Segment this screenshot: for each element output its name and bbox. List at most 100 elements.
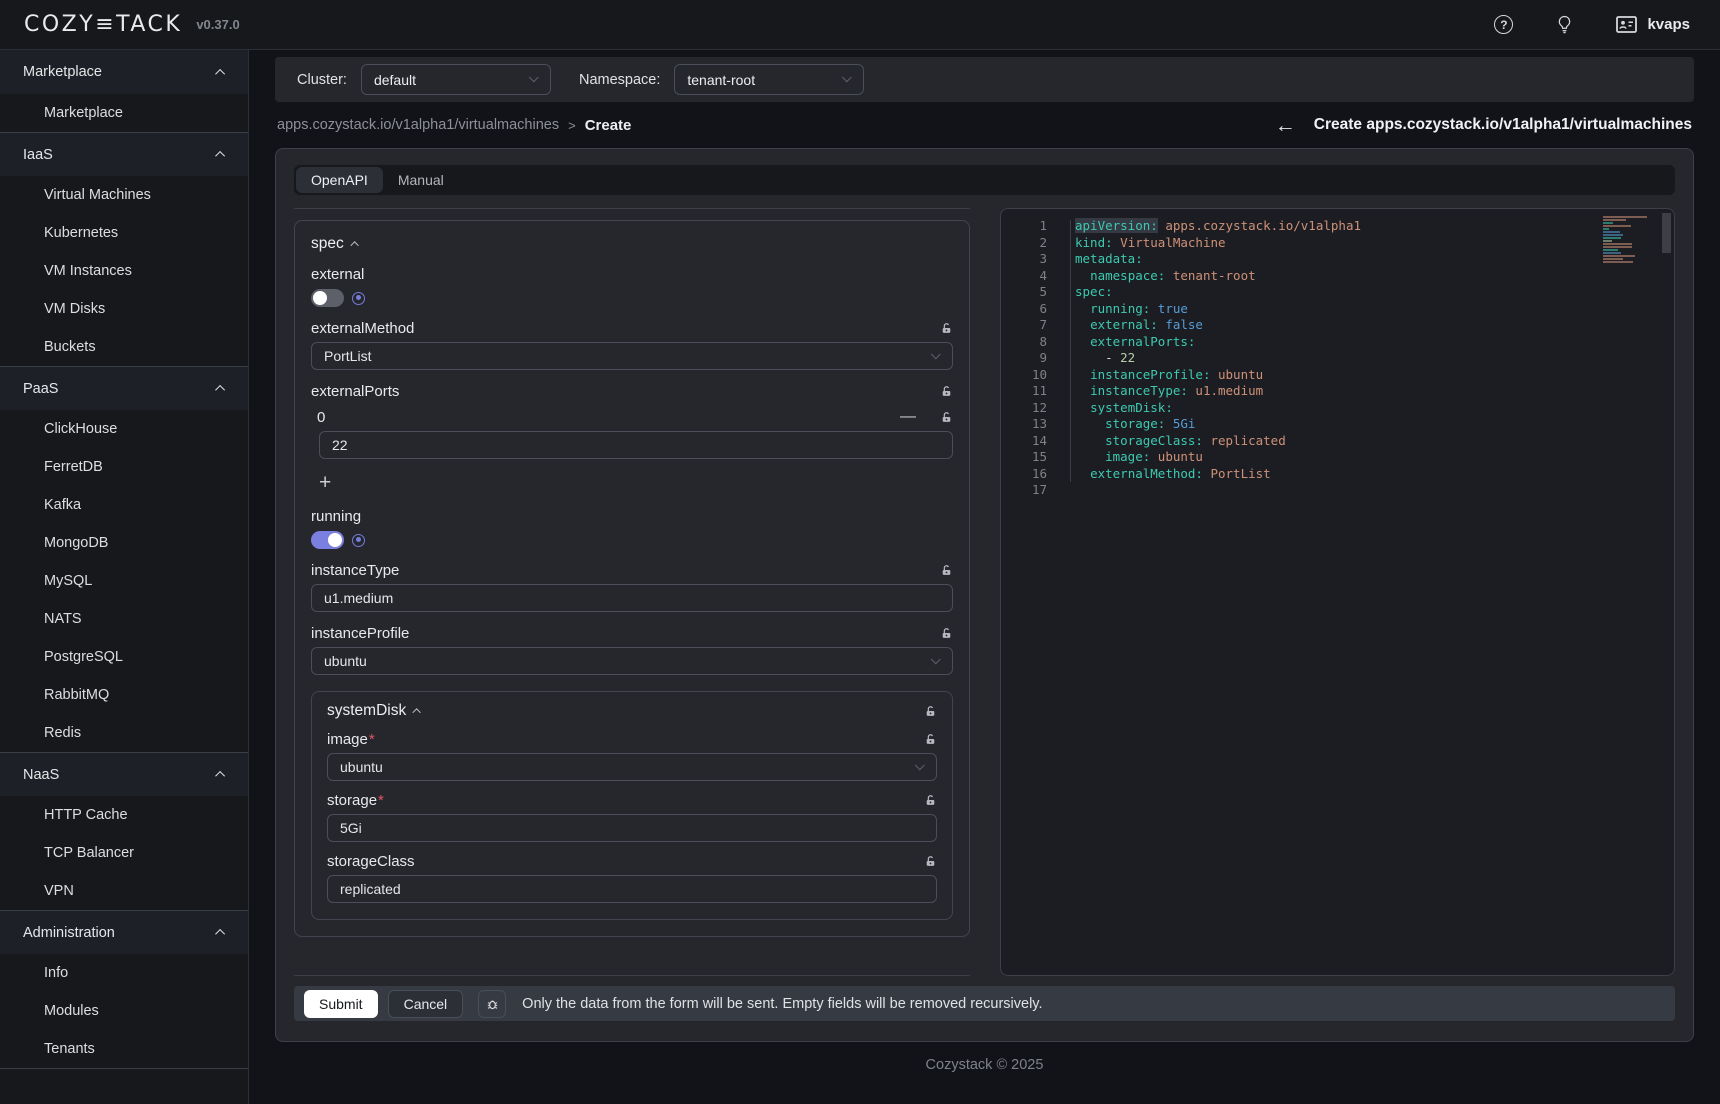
running-toggle[interactable] [311,531,344,549]
theme-toggle-button[interactable] [1557,15,1572,34]
sidebar-item-vm-disks[interactable]: VM Disks [0,290,248,328]
sidebar-item-modules[interactable]: Modules [0,992,248,1030]
list-item-header: 0— [311,408,953,426]
yaml-editor[interactable]: 1apiVersion: apps.cozystack.io/v1alpha12… [1000,208,1675,976]
sidebar-item-clickhouse[interactable]: ClickHouse [0,410,248,448]
sidebar-item-http-cache[interactable]: HTTP Cache [0,796,248,834]
field-label-row: external [311,266,953,283]
tab-manual[interactable]: Manual [383,167,459,193]
sidebar-section-iaas[interactable]: IaaS [0,132,248,176]
minimap-line [1603,243,1632,245]
field-value: ubuntu [324,653,367,669]
reset-field-icon[interactable] [352,534,365,547]
lock-icon[interactable] [924,855,937,868]
sidebar-item-ferretdb[interactable]: FerretDB [0,448,248,486]
externalPorts-item-input[interactable]: 22 [319,431,953,459]
code-text: - 22 [1047,350,1135,367]
cluster-select[interactable]: default [361,64,551,95]
sidebar-item-info[interactable]: Info [0,954,248,992]
lock-icon[interactable] [940,564,953,577]
spec-section: spec externalexternalMethodPortListexter… [294,220,970,937]
systemdisk-header-row: systemDisk [327,702,937,720]
sidebar-item-tcp-balancer[interactable]: TCP Balancer [0,834,248,872]
sidebar-section-marketplace[interactable]: Marketplace [0,50,248,94]
help-button[interactable]: ? [1494,15,1513,34]
debug-button[interactable] [478,990,506,1018]
user-menu[interactable]: kvaps [1616,16,1690,33]
namespace-select[interactable]: tenant-root [674,64,864,95]
minimap-line [1603,258,1623,260]
sidebar-section-label: IaaS [23,147,53,163]
lock-icon[interactable] [940,627,953,640]
sidebar-item-postgresql[interactable]: PostgreSQL [0,638,248,676]
minimap-line [1603,255,1635,257]
main-content: Cluster: default Namespace: tenant-root … [249,50,1720,1104]
code-text: image: ubuntu [1047,449,1203,466]
sidebar-section-administration[interactable]: Administration [0,910,248,954]
field-label-row: storageClass [327,853,937,870]
sidebar-item-mongodb[interactable]: MongoDB [0,524,248,562]
systemdisk-section-header[interactable]: systemDisk [327,702,421,720]
code-line: 16 externalMethod: PortList [1001,466,1674,483]
externalMethod-select[interactable]: PortList [311,342,953,370]
breadcrumb-path[interactable]: apps.cozystack.io/v1alpha1/virtualmachin… [277,117,559,133]
code-text: systemDisk: [1047,400,1173,417]
spec-section-header[interactable]: spec [311,235,953,253]
editor-scrollbar[interactable] [1662,213,1671,253]
instanceProfile-select[interactable]: ubuntu [311,647,953,675]
code-text: running: true [1047,301,1188,318]
lock-icon[interactable] [924,733,937,746]
code-line: 4 namespace: tenant-root [1001,268,1674,285]
editor-minimap [1603,216,1657,264]
field-label-storage: storage* [327,792,384,809]
sidebar-item-vm-instances[interactable]: VM Instances [0,252,248,290]
sidebar-section-paas[interactable]: PaaS [0,366,248,410]
sidebar-section-naas[interactable]: NaaS [0,752,248,796]
external-toggle[interactable] [311,289,344,307]
sidebar-item-vpn[interactable]: VPN [0,872,248,910]
code-text: apiVersion: apps.cozystack.io/v1alpha1 [1047,218,1361,235]
storage-input[interactable]: 5Gi [327,814,937,842]
cluster-select-value: default [374,72,416,88]
sidebar-item-marketplace[interactable]: Marketplace [0,94,248,132]
field-label-storageclass: storageClass [327,853,415,870]
storageClass-input[interactable]: replicated [327,875,937,903]
sidebar-item-kubernetes[interactable]: Kubernetes [0,214,248,252]
image-select[interactable]: ubuntu [327,753,937,781]
line-number: 3 [1001,251,1047,268]
code-line: 5spec: [1001,284,1674,301]
lock-icon[interactable] [940,385,953,398]
sidebar-item-tenants[interactable]: Tenants [0,1030,248,1068]
remove-item-button[interactable]: — [900,409,916,425]
sidebar-item-buckets[interactable]: Buckets [0,328,248,366]
code-line: 7 external: false [1001,317,1674,334]
submit-button[interactable]: Submit [304,990,378,1018]
breadcrumb-current: Create [585,117,632,134]
topbar: COZY≡TACK v0.37.0 ? kvaps [0,0,1720,50]
cancel-button[interactable]: Cancel [388,990,464,1018]
code-line: 1apiVersion: apps.cozystack.io/v1alpha1 [1001,218,1674,235]
sidebar-item-mysql[interactable]: MySQL [0,562,248,600]
sidebar-item-nats[interactable]: NATS [0,600,248,638]
context-bar: Cluster: default Namespace: tenant-root [275,57,1694,102]
back-arrow-icon[interactable]: ← [1275,115,1296,136]
sidebar-item-redis[interactable]: Redis [0,714,248,752]
code-text: external: false [1047,317,1203,334]
lock-icon[interactable] [940,411,953,424]
id-card-icon [1616,16,1637,33]
systemdisk-section: systemDiskimage*ubuntustorage*5Gistorage… [311,691,953,920]
instanceType-input[interactable]: u1.medium [311,584,953,612]
add-item-button[interactable]: + [319,471,339,495]
lock-icon[interactable] [940,322,953,335]
code-text: storageClass: replicated [1047,433,1286,450]
minimap-line [1603,234,1623,236]
sidebar-item-rabbitmq[interactable]: RabbitMQ [0,676,248,714]
reset-field-icon[interactable] [352,292,365,305]
sidebar-item-virtual-machines[interactable]: Virtual Machines [0,176,248,214]
minimap-line [1603,240,1612,242]
sidebar-item-kafka[interactable]: Kafka [0,486,248,524]
tab-openapi[interactable]: OpenAPI [296,167,383,193]
lock-icon[interactable] [924,794,937,807]
lock-icon[interactable] [924,705,937,718]
code-line: 17 [1001,482,1674,499]
